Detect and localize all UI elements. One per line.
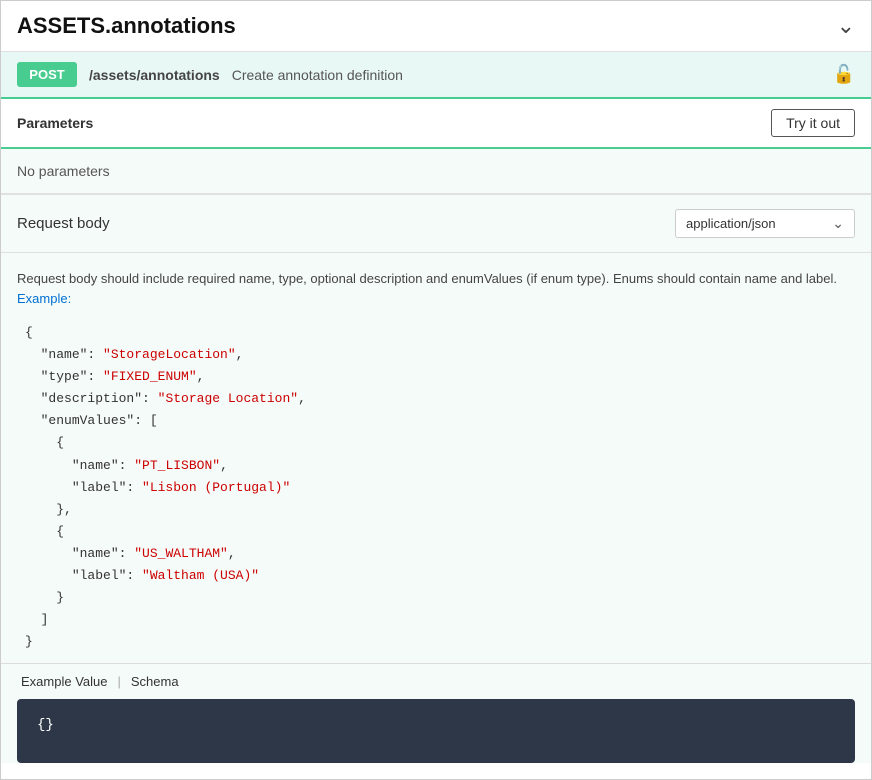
method-badge: POST [17,62,77,87]
try-it-out-button[interactable]: Try it out [771,109,855,137]
content-type-dropdown[interactable]: application/json ⌄ [675,209,855,238]
dark-code-area: {} [17,699,855,763]
main-container: ASSETS.annotations ⌄ POST /assets/annota… [0,0,872,780]
lock-icon: 🔓 [833,64,855,85]
description-text: Request body should include required nam… [17,271,837,286]
dropdown-arrow-icon: ⌄ [832,215,844,232]
tab-example-value[interactable]: Example Value [17,672,111,691]
section-header: ASSETS.annotations ⌄ [1,1,871,52]
parameters-label: Parameters [17,115,93,131]
request-body-label: Request body [17,215,110,232]
content-type-value: application/json [686,216,776,231]
endpoint-row: POST /assets/annotations Create annotati… [1,52,871,99]
section-title: ASSETS.annotations [17,13,236,39]
chevron-down-icon[interactable]: ⌄ [837,13,855,39]
description-block: Request body should include required nam… [1,253,871,318]
endpoint-description: Create annotation definition [232,67,403,83]
request-body-header: Request body application/json ⌄ [1,195,871,253]
parameters-section: Parameters Try it out No parameters [1,99,871,194]
request-body-section: Request body application/json ⌄ Request … [1,194,871,763]
tab-schema[interactable]: Schema [127,672,183,691]
no-parameters-message: No parameters [1,149,871,193]
example-link[interactable]: Example: [17,291,71,306]
example-schema-tabs: Example Value | Schema [1,663,871,699]
code-example: { "name": "StorageLocation", "type": "FI… [1,318,871,663]
parameters-header: Parameters Try it out [1,99,871,149]
endpoint-path: /assets/annotations [89,67,220,83]
tab-divider: | [117,674,120,689]
